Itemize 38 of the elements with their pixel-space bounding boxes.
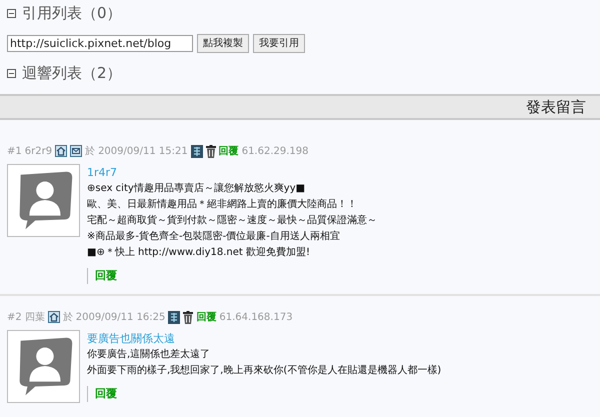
comment-text: ■⊕＊快上 http://www.diy18.net 歡迎免費加盟!	[87, 246, 311, 260]
ip-address: 61.64.168.173	[219, 310, 293, 324]
comment-title[interactable]: 1r4r7	[87, 165, 377, 181]
trash-icon[interactable]	[206, 144, 216, 158]
hide-icon[interactable]	[190, 144, 203, 158]
reply-link[interactable]: 回覆	[95, 268, 117, 284]
comment-title[interactable]: 要廣告也關係太遠	[87, 331, 442, 347]
comment-text: 你要廣告,這關係也差太遠了	[87, 348, 212, 362]
comment-text: 外面要下雨的樣子,我想回家了,晚上再來砍你(不管你是人在貼還是機器人都一樣)	[87, 364, 442, 378]
home-icon[interactable]	[48, 311, 60, 323]
comment-time: 2009/09/11 15:21	[98, 144, 188, 158]
ip-address: 61.62.29.198	[242, 144, 308, 158]
comment-text: 宅配～超商取貨～貨到付款～隱密～速度～最快～品質保證滿意～	[87, 214, 377, 228]
comment-author: 四葉	[24, 310, 45, 324]
at-label: 於	[62, 310, 73, 324]
hide-icon[interactable]	[168, 310, 180, 324]
home-icon[interactable]	[55, 145, 68, 157]
action-button[interactable]: 點我複製	[197, 34, 249, 53]
at-label: 於	[85, 144, 96, 158]
section-title: 引用列表（0）	[22, 2, 122, 24]
comment-text: 歐、美、日最新情趣用品＊絕非網路上賣的廉價大陸商品！！	[87, 198, 358, 212]
url-field[interactable]: http://suiclick.pixnet.net/blog	[7, 35, 193, 52]
trash-icon[interactable]	[183, 310, 194, 324]
post-comment-heading[interactable]: 發表留言	[526, 96, 586, 118]
action-button[interactable]: 我要引用	[253, 34, 305, 53]
comment-time: 2009/09/11 16:25	[76, 310, 166, 324]
collapse-icon[interactable]	[7, 8, 16, 18]
reply-link[interactable]: 回覆	[196, 310, 216, 324]
section-title: 迴響列表（2）	[22, 62, 122, 84]
comment-author: 6r2r9	[24, 144, 52, 158]
comment-number: #2	[7, 310, 22, 324]
comment-text: ※商品最多-貨色齊全-包裝隱密-價位最廉-自用送人兩相宜	[87, 230, 341, 244]
reply-link[interactable]: 回覆	[218, 144, 239, 158]
comment-number: #1	[7, 144, 22, 158]
reply-link[interactable]: 回覆	[95, 386, 117, 402]
collapse-icon[interactable]	[7, 68, 16, 78]
mail-icon[interactable]	[70, 145, 82, 157]
comment-text: ⊕sex city情趣用品專賣店～讓您解放慾火爽yy■	[87, 182, 306, 196]
